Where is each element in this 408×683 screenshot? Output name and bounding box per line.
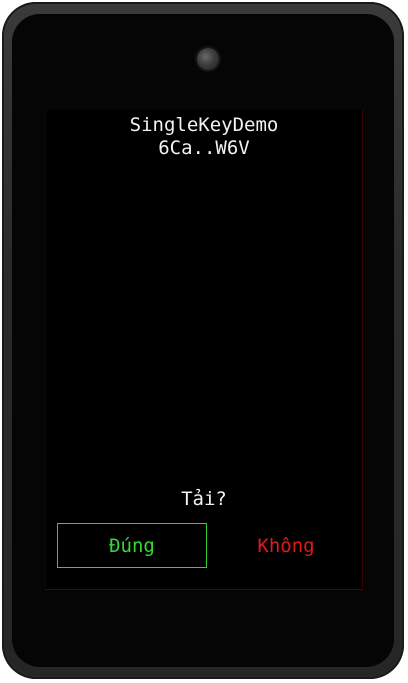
app-address: 6Ca..W6V bbox=[158, 137, 250, 159]
dialog-prompt: Tải? bbox=[181, 488, 227, 510]
yes-button-label: Đúng bbox=[109, 534, 155, 557]
yes-button[interactable]: Đúng bbox=[57, 523, 207, 568]
app-title: SingleKeyDemo bbox=[129, 114, 279, 136]
no-button-label: Không bbox=[257, 534, 315, 557]
no-button[interactable]: Không bbox=[211, 523, 361, 568]
device-frame: SingleKeyDemo 6Ca..W6V Tải? Đúng Không bbox=[2, 2, 404, 679]
camera-lens-icon bbox=[197, 48, 219, 70]
device-screen: SingleKeyDemo 6Ca..W6V Tải? Đúng Không bbox=[45, 110, 363, 590]
